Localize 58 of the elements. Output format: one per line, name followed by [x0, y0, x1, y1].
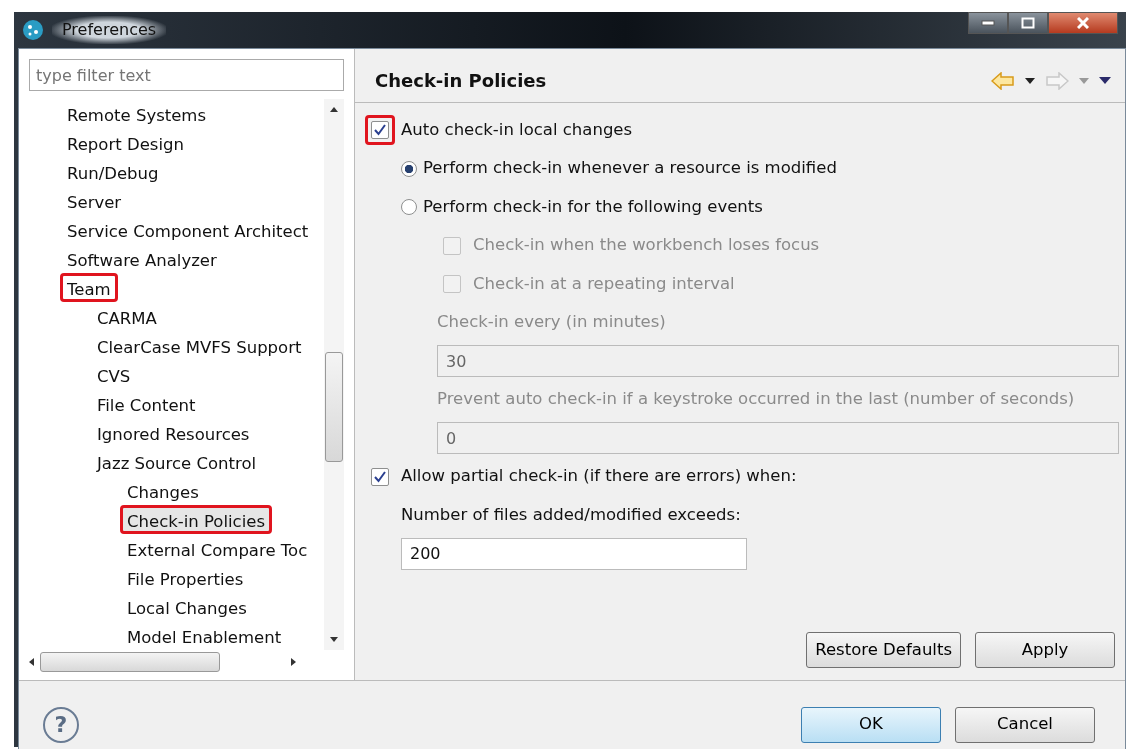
radio-button[interactable] [401, 199, 417, 216]
checkmark-icon [374, 124, 386, 137]
checkbox-label: Allow partial check-in (if there are errors) when: [401, 465, 797, 488]
tree-item[interactable]: Ignored Resources [90, 418, 257, 447]
button[interactable]: OK [801, 706, 941, 743]
checkbox-label: Check-in when the workbench loses focus [473, 234, 820, 257]
vertical-scrollbar[interactable] [324, 99, 344, 650]
scroll-left-icon[interactable] [29, 658, 34, 666]
checkbox-label: Check-in at a repeating interval [473, 272, 735, 295]
tree-item[interactable]: CVS [90, 360, 138, 389]
radio-button[interactable] [401, 160, 417, 177]
filter-field[interactable]: type filter text [29, 59, 344, 91]
tree-item[interactable]: Check-in Policies [120, 505, 273, 534]
field-label: Prevent auto check-in if a keystroke occurred in the last (number of seconds) [437, 388, 1075, 411]
button[interactable]: Apply [975, 632, 1115, 668]
checkbox[interactable] [365, 115, 395, 146]
close-button[interactable] [1048, 12, 1118, 34]
tree-item[interactable]: External Compare Toc [120, 534, 315, 563]
scroll-down-icon[interactable] [330, 637, 338, 642]
tree-item[interactable]: Model Enablement [120, 621, 289, 650]
app-logo-icon [22, 19, 44, 41]
menu-caret-icon[interactable] [1099, 77, 1111, 84]
radio-label: Perform check-in for the following events [423, 195, 763, 218]
minimize-icon [981, 20, 995, 26]
tree-item[interactable]: Software Analyzer [60, 244, 224, 273]
minimize-button[interactable] [968, 12, 1008, 34]
button[interactable]: Restore Defaults [806, 632, 961, 668]
checkbox-label: Auto check-in local changes [401, 118, 633, 141]
tree-item[interactable]: Service Component Architect [60, 215, 316, 244]
tree-item[interactable]: Server [60, 186, 129, 215]
field-label: Number of files added/modified exceeds: [401, 503, 741, 526]
button[interactable]: Cancel [955, 706, 1095, 743]
tree-item[interactable]: Changes [120, 476, 206, 505]
radio-label: Perform check-in whenever a resource is modified [423, 157, 837, 180]
window-title: Preferences [52, 16, 167, 44]
dropdown-caret-icon[interactable] [1025, 77, 1035, 84]
scrollbar-thumb[interactable] [40, 652, 220, 672]
help-button[interactable]: ? [43, 706, 79, 743]
maximize-button[interactable] [1008, 12, 1048, 34]
tree-item[interactable]: Team [60, 273, 118, 302]
scroll-right-icon[interactable] [291, 658, 296, 666]
tree-item[interactable]: File Properties [120, 563, 251, 592]
scrollbar-thumb[interactable] [325, 352, 343, 462]
tree-item[interactable]: CARMA [90, 302, 164, 331]
tree-item[interactable]: ClearCase MVFS Support [90, 331, 309, 360]
tree-item[interactable]: Jazz Source Control [90, 447, 264, 476]
field-label: Check-in every (in minutes) [437, 311, 666, 334]
tree-item[interactable]: Local Changes [120, 592, 254, 621]
close-icon [1077, 17, 1089, 29]
maximize-icon [1021, 17, 1035, 29]
page-title: Check-in Policies [375, 69, 547, 93]
tree-item[interactable]: Report Design [60, 128, 191, 157]
text-field[interactable]: 200 [401, 537, 747, 570]
scroll-up-icon[interactable] [330, 107, 338, 112]
tree-item[interactable]: Run/Debug [60, 157, 166, 186]
tree-item[interactable]: Remote Systems [60, 99, 214, 128]
tree-item[interactable]: File Content [90, 389, 203, 418]
checkmark-icon [374, 470, 386, 483]
